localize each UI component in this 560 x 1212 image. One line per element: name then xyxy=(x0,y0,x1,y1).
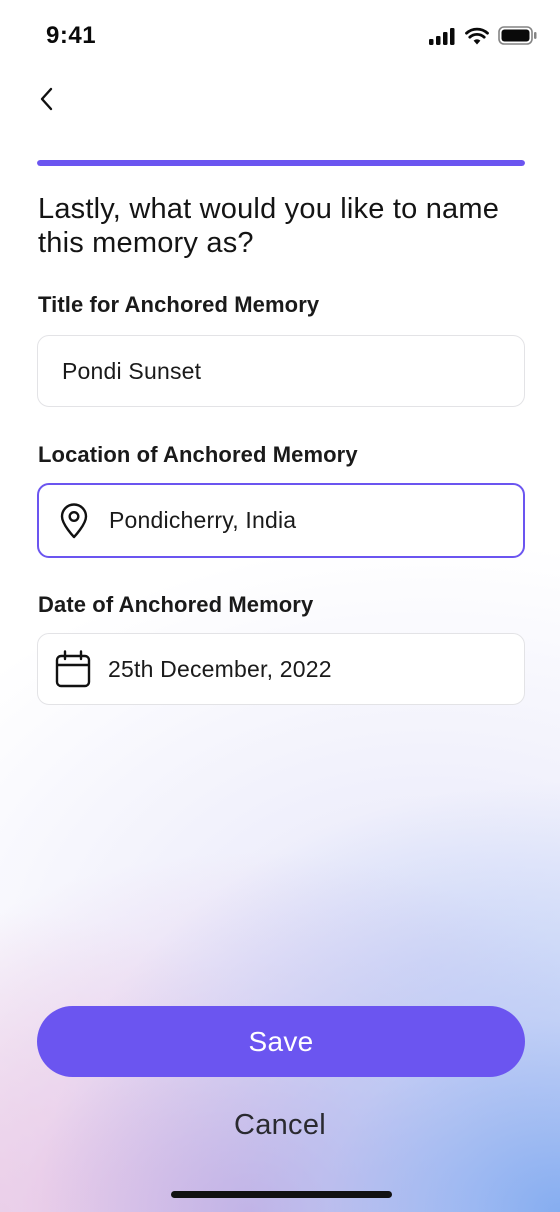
location-field[interactable]: Pondicherry, India xyxy=(37,483,525,558)
chevron-left-icon xyxy=(38,86,56,117)
progress-fill xyxy=(37,160,525,166)
title-field-value: Pondi Sunset xyxy=(62,357,202,384)
wifi-icon xyxy=(465,27,489,45)
cellular-signal-icon xyxy=(429,27,456,45)
location-field-value: Pondicherry, India xyxy=(109,507,297,533)
date-field-label: Date of Anchored Memory xyxy=(38,592,314,617)
battery-icon xyxy=(498,26,538,45)
status-icons xyxy=(429,26,538,45)
status-bar: 9:41 xyxy=(0,0,560,72)
cancel-button[interactable]: Cancel xyxy=(180,1100,380,1150)
home-indicator xyxy=(171,1191,392,1198)
screen: 9:41 Lastly, what would you like to name… xyxy=(0,0,560,1212)
title-field-label: Title for Anchored Memory xyxy=(38,292,320,317)
calendar-icon xyxy=(54,650,92,688)
progress-bar xyxy=(37,160,525,166)
title-field[interactable]: Pondi Sunset xyxy=(37,335,525,407)
page-title: Lastly, what would you like to name this… xyxy=(38,193,500,259)
date-field-value: 25th December, 2022 xyxy=(108,655,332,682)
location-field-label: Location of Anchored Memory xyxy=(38,442,358,467)
status-time: 9:41 xyxy=(46,22,97,49)
location-pin-icon xyxy=(55,502,93,540)
save-button[interactable]: Save xyxy=(37,1006,525,1077)
back-button[interactable] xyxy=(30,84,64,118)
date-field[interactable]: 25th December, 2022 xyxy=(37,633,525,705)
